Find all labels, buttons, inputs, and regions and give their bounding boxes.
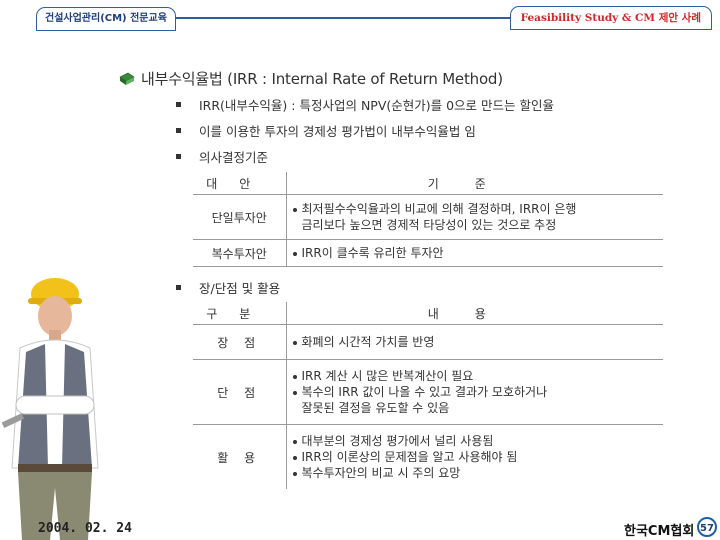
criteria-line: IRR이 클수록 유리한 투자안 (301, 246, 444, 260)
pros-cons-table: 구분 내용 장 점 화폐의 시간적 가치를 반영 단 점 IRR 계산 시 많은… (193, 302, 663, 489)
bullet-decision-criteria: 의사결정기준 (176, 147, 268, 166)
bullet-irr-definition: IRR(내부수익율) : 특정사업의 NPV(순현가)를 0으로 만드는 할인율 (176, 95, 554, 114)
category-multiple: 복수투자안 (193, 239, 287, 267)
table-row: 단일투자안 최저필수수익율과의 비교에 의해 결정하며, IRR이 은행 금리보… (193, 194, 663, 240)
criteria-multiple: IRR이 클수록 유리한 투자안 (286, 239, 663, 267)
table-row: 장 점 화폐의 시간적 가치를 반영 (193, 324, 663, 360)
criteria-single: 최저필수수익율과의 비교에 의해 결정하며, IRR이 은행 금리보다 높으면 … (286, 194, 663, 240)
content-line: IRR 계산 시 많은 반복계산이 필요 (301, 369, 474, 383)
dot-bullet-icon (292, 471, 297, 476)
heading-text: 내부수익율법 (IRR : Internal Rate of Return Me… (141, 70, 503, 88)
dot-bullet-icon (292, 439, 297, 444)
decision-criteria-table: 대안 기준 단일투자안 최저필수수익율과의 비교에 의해 결정하며, IRR이 … (193, 172, 663, 267)
content-cons: IRR 계산 시 많은 반복계산이 필요 복수의 IRR 값이 나올 수 있고 … (286, 359, 663, 425)
dot-bullet-icon (292, 207, 297, 212)
dot-bullet-icon (292, 340, 297, 345)
table-row: 복수투자안 IRR이 클수록 유리한 투자안 (193, 239, 663, 267)
criteria-line: 금리보다 높으면 경제적 타당성이 있는 것으로 추정 (301, 218, 557, 232)
table-header-row: 대안 기준 (193, 172, 663, 195)
content-line: IRR의 이론상의 문제점을 알고 사용해야 됨 (301, 450, 518, 464)
footer-organization: 한국CM협회 (624, 524, 695, 539)
bullet-text: 이를 이용한 투자의 경제성 평가법이 내부수익율법 임 (199, 124, 476, 139)
square-bullet-icon (176, 102, 181, 107)
book-icon (119, 72, 135, 85)
content-pros: 화폐의 시간적 가치를 반영 (286, 324, 663, 360)
dot-bullet-icon (292, 390, 297, 395)
dot-bullet-icon (292, 251, 297, 256)
category-cons: 단 점 (193, 359, 287, 425)
dot-bullet-icon (292, 374, 297, 379)
square-bullet-icon (176, 154, 181, 159)
footer-date: 2004. 02. 24 (38, 521, 132, 536)
bullet-pros-cons: 장/단점 및 활용 (176, 278, 280, 297)
bullet-irr-method: 이를 이용한 투자의 경제성 평가법이 내부수익율법 임 (176, 121, 476, 140)
header-bar: 건설사업관리(CM) 전문교육 Feasibility Study & CM 제… (0, 0, 720, 31)
square-bullet-icon (176, 128, 181, 133)
header-content: 내용 (286, 302, 663, 325)
table-header-row: 구분 내용 (193, 302, 663, 325)
slide-heading: 내부수익율법 (IRR : Internal Rate of Return Me… (119, 68, 503, 89)
bullet-text: IRR(내부수익율) : 특정사업의 NPV(순현가)를 0으로 만드는 할인율 (199, 98, 555, 113)
category-single: 단일투자안 (193, 194, 287, 240)
content-line: 화폐의 시간적 가치를 반영 (301, 335, 435, 349)
table-row: 활 용 대부분의 경제성 평가에서 널리 사용됨 IRR의 이론상의 문제점을 … (193, 424, 663, 490)
dot-bullet-icon (292, 455, 297, 460)
content-line: 잘못된 결정을 유도할 수 있음 (301, 401, 450, 415)
section-title-tab: Feasibility Study & CM 제안 사례 (509, 6, 712, 30)
construction-worker-illustration (1, 278, 99, 540)
bullet-text: 장/단점 및 활용 (199, 281, 281, 296)
header-option: 대안 (193, 172, 287, 195)
content-line: 복수의 IRR 값이 나올 수 있고 결과가 모호하거나 (301, 385, 548, 399)
header-criteria: 기준 (286, 172, 663, 195)
header-division: 구분 (193, 302, 287, 325)
page-number: 57 (697, 517, 717, 537)
course-tab: 건설사업관리(CM) 전문교육 (36, 7, 176, 31)
bullet-text: 의사결정기준 (199, 150, 269, 165)
square-bullet-icon (176, 285, 181, 290)
category-usage: 활 용 (193, 424, 287, 489)
table-row: 단 점 IRR 계산 시 많은 반복계산이 필요 복수의 IRR 값이 나올 수… (193, 359, 663, 425)
content-usage: 대부분의 경제성 평가에서 널리 사용됨 IRR의 이론상의 문제점을 알고 사… (286, 425, 663, 490)
content-line: 대부분의 경제성 평가에서 널리 사용됨 (301, 434, 494, 448)
content-line: 복수투자안의 비교 시 주의 요망 (301, 466, 461, 480)
category-pros: 장 점 (193, 324, 287, 360)
criteria-line: 최저필수수익율과의 비교에 의해 결정하며, IRR이 은행 (301, 202, 577, 216)
